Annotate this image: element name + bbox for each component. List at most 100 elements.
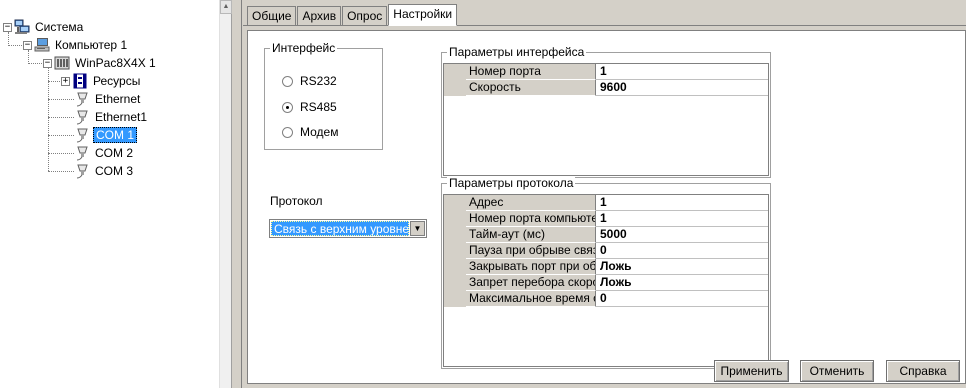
row-indicator bbox=[444, 195, 466, 211]
tree-line bbox=[28, 63, 42, 64]
tree-item-label[interactable]: Ethernet bbox=[93, 92, 142, 106]
grid-row-value[interactable]: Ложь bbox=[596, 259, 768, 275]
grid-row[interactable]: Запрет перебора скорос Ложь bbox=[444, 275, 768, 291]
row-indicator bbox=[444, 259, 466, 275]
radio-label[interactable]: Модем bbox=[300, 125, 338, 139]
tree-item-label[interactable]: Ethernet1 bbox=[93, 110, 149, 124]
tree-item-label[interactable]: Компьютер 1 bbox=[53, 38, 129, 52]
grid-row-name[interactable]: Номер порта компьютер bbox=[466, 211, 596, 227]
grid-row-value[interactable]: 0 bbox=[596, 291, 768, 307]
resources-icon bbox=[72, 73, 88, 89]
tree-item-system[interactable]: − Система bbox=[3, 18, 85, 36]
tree-item-label[interactable]: COM 1 bbox=[93, 127, 138, 143]
grid-row-name[interactable]: Номер порта bbox=[466, 64, 596, 80]
grid-row-name[interactable]: Пауза при обрыве связи bbox=[466, 243, 596, 259]
collapse-icon[interactable]: − bbox=[23, 40, 32, 50]
radio-button[interactable] bbox=[282, 75, 293, 87]
row-indicator bbox=[444, 80, 466, 96]
grid-row-name[interactable]: Максимальное время се bbox=[466, 291, 596, 307]
interface-group: Интерфейс RS232 RS485 Модем bbox=[264, 41, 383, 150]
tree-line bbox=[48, 135, 74, 136]
port-plug-icon bbox=[74, 109, 90, 125]
port-plug-icon bbox=[74, 127, 90, 143]
grid-row-value[interactable]: Ложь bbox=[596, 275, 768, 291]
tab-archive[interactable]: Архив bbox=[297, 6, 342, 26]
grid-row-name[interactable]: Скорость bbox=[466, 80, 596, 96]
grid-row[interactable]: Скорость 9600 bbox=[444, 80, 768, 96]
row-indicator bbox=[444, 275, 466, 291]
radio-modem[interactable]: Модем bbox=[282, 124, 338, 140]
grid-row[interactable]: Тайм-аут (мс) 5000 bbox=[444, 227, 768, 243]
protocol-label: Протокол bbox=[270, 194, 323, 208]
tree-item-label[interactable]: Ресурсы bbox=[91, 74, 142, 88]
grid-row[interactable]: Максимальное время се 0 bbox=[444, 291, 768, 307]
interface-group-title: Интерфейс bbox=[270, 41, 338, 55]
tree-item-com3[interactable]: COM 3 bbox=[74, 162, 135, 180]
grid-row-value[interactable]: 1 bbox=[596, 64, 768, 80]
grid-row-value[interactable]: 1 bbox=[596, 211, 768, 227]
row-indicator bbox=[444, 211, 466, 227]
tree-item-com2[interactable]: COM 2 bbox=[74, 144, 135, 162]
grid-row-value[interactable]: 5000 bbox=[596, 227, 768, 243]
protocol-select-value[interactable]: Связь с верхним уровнем bbox=[271, 221, 409, 236]
row-indicator bbox=[444, 243, 466, 259]
tab-general[interactable]: Общие bbox=[247, 6, 297, 26]
chevron-down-icon[interactable]: ▼ bbox=[410, 221, 425, 236]
tree-item-label[interactable]: COM 3 bbox=[93, 164, 135, 178]
protocol-params-grid[interactable]: Адрес 1 Номер порта компьютер 1 Тайм-аут… bbox=[443, 194, 769, 367]
tree-line bbox=[48, 99, 74, 100]
tree-item-controller[interactable]: − WinPac8X4X 1 bbox=[43, 54, 158, 72]
protocol-select[interactable]: Связь с верхним уровнем ▼ bbox=[269, 219, 427, 238]
tab-content: Интерфейс RS232 RS485 Модем Протокол Свя… bbox=[243, 25, 966, 388]
collapse-icon[interactable]: − bbox=[43, 58, 52, 68]
tree-item-computer[interactable]: − Компьютер 1 bbox=[23, 36, 129, 54]
radio-rs485[interactable]: RS485 bbox=[282, 99, 337, 115]
radio-label[interactable]: RS485 bbox=[300, 100, 337, 114]
tree-scrollbar[interactable]: ▲ bbox=[219, 0, 232, 388]
grid-row[interactable]: Номер порта компьютер 1 bbox=[444, 211, 768, 227]
protocol-params-group: Параметры протокола Адрес 1 Номер порта … bbox=[441, 176, 771, 369]
cancel-button[interactable]: Отменить bbox=[800, 360, 874, 382]
tree-item-ethernet[interactable]: Ethernet bbox=[74, 90, 142, 108]
tree-item-label[interactable]: COM 2 bbox=[93, 146, 135, 160]
tab-polling[interactable]: Опрос bbox=[342, 6, 388, 26]
tree-line bbox=[48, 68, 49, 171]
scroll-up-icon[interactable]: ▲ bbox=[220, 0, 232, 14]
interface-params-grid[interactable]: Номер порта 1 Скорость 9600 bbox=[443, 63, 769, 176]
help-button[interactable]: Справка bbox=[886, 360, 960, 382]
tree-item-com1[interactable]: COM 1 bbox=[74, 126, 138, 144]
grid-row-name[interactable]: Адрес bbox=[466, 195, 596, 211]
interface-params-group: Параметры интерфейса Номер порта 1 Скоро… bbox=[441, 45, 771, 178]
grid-row-name[interactable]: Закрывать порт при обр bbox=[466, 259, 596, 275]
radio-button[interactable] bbox=[282, 101, 293, 113]
grid-row[interactable]: Закрывать порт при обр Ложь bbox=[444, 259, 768, 275]
tree-line bbox=[48, 153, 74, 154]
tree-item-resources[interactable]: + Ресурсы bbox=[61, 72, 142, 90]
grid-row-name[interactable]: Запрет перебора скорос bbox=[466, 275, 596, 291]
grid-row-name[interactable]: Тайм-аут (мс) bbox=[466, 227, 596, 243]
grid-row-value[interactable]: 1 bbox=[596, 195, 768, 211]
tree-line bbox=[48, 117, 74, 118]
network-computers-icon bbox=[14, 19, 30, 35]
port-plug-icon bbox=[74, 145, 90, 161]
grid-row[interactable]: Пауза при обрыве связи 0 bbox=[444, 243, 768, 259]
radio-label[interactable]: RS232 bbox=[300, 74, 337, 88]
settings-page: Интерфейс RS232 RS485 Модем Протокол Свя… bbox=[247, 30, 966, 384]
apply-button[interactable]: Применить bbox=[714, 360, 789, 382]
tab-bar: Общие Архив Опрос Настройки bbox=[247, 4, 458, 26]
grid-row-value[interactable]: 9600 bbox=[596, 80, 768, 96]
grid-row[interactable]: Адрес 1 bbox=[444, 195, 768, 211]
radio-rs232[interactable]: RS232 bbox=[282, 73, 337, 89]
tree-item-label[interactable]: WinPac8X4X 1 bbox=[73, 56, 158, 70]
tree-item-label[interactable]: Система bbox=[33, 20, 85, 34]
grid-row-value[interactable]: 0 bbox=[596, 243, 768, 259]
tree-item-ethernet1[interactable]: Ethernet1 bbox=[74, 108, 149, 126]
device-tree[interactable]: − Система − Компьютер 1 − WinPac8X4X 1 +… bbox=[0, 0, 232, 388]
collapse-icon[interactable]: − bbox=[3, 22, 12, 32]
panel-splitter[interactable] bbox=[232, 0, 242, 388]
tab-settings[interactable]: Настройки bbox=[388, 4, 458, 26]
grid-row[interactable]: Номер порта 1 bbox=[444, 64, 768, 80]
radio-button[interactable] bbox=[282, 126, 293, 138]
tree-line bbox=[8, 45, 24, 46]
expand-icon[interactable]: + bbox=[61, 76, 70, 86]
